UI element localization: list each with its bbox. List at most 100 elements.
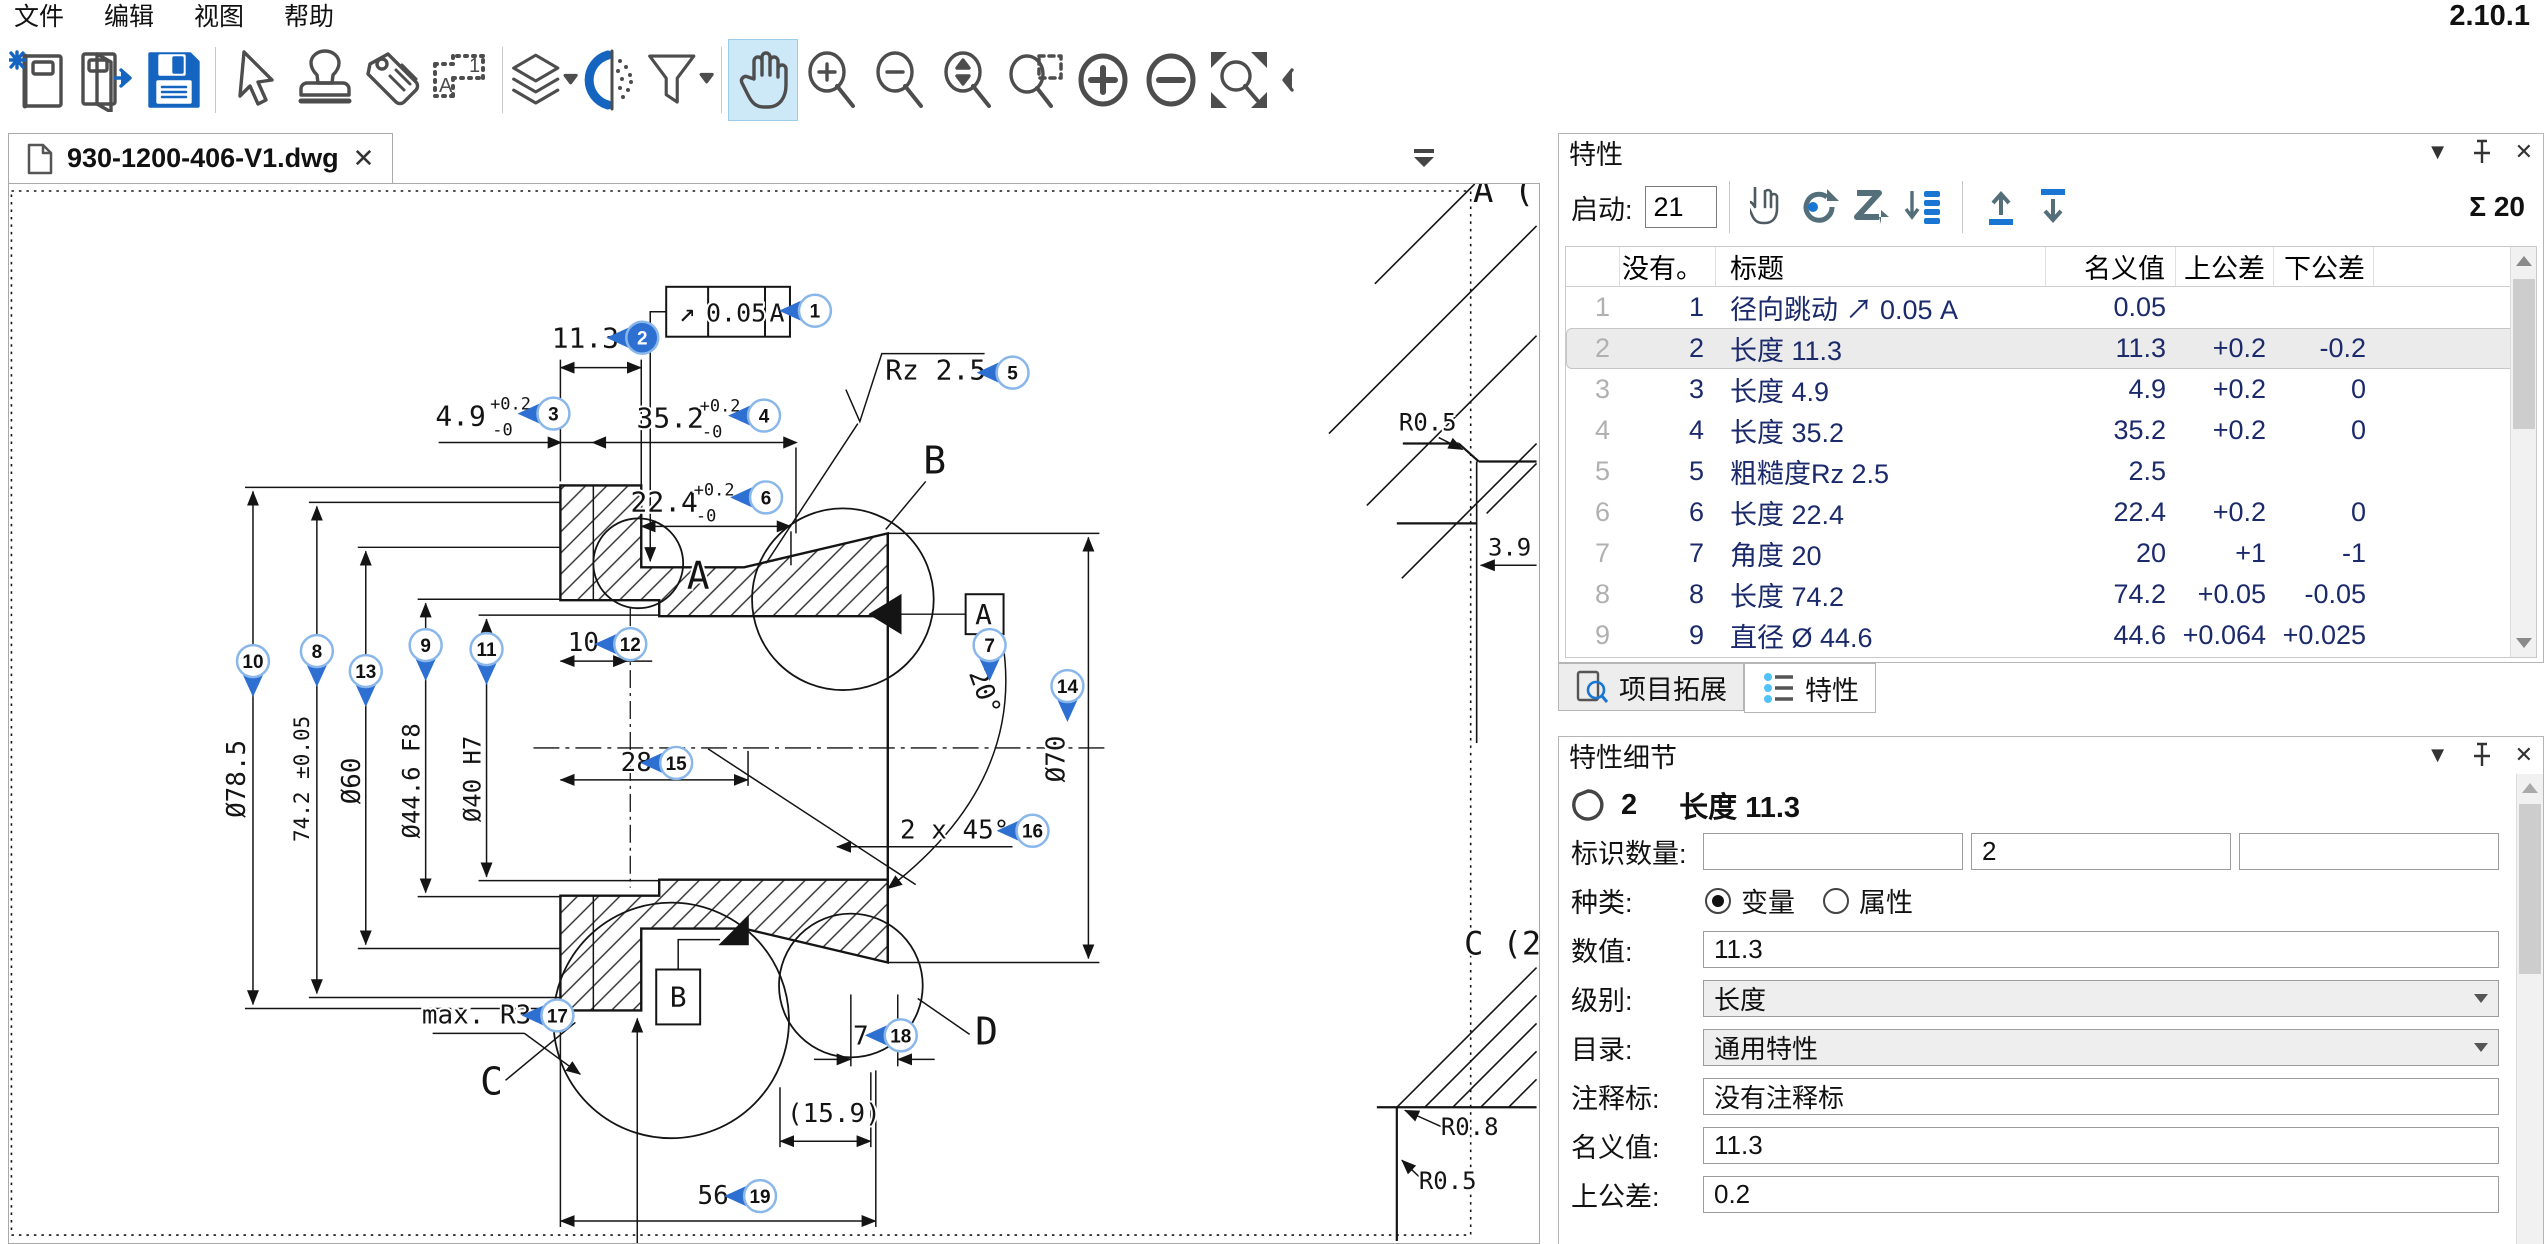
save-icon xyxy=(146,50,202,110)
characteristic-row-7[interactable]: 77角度 2020+1-1 xyxy=(1566,533,2536,574)
tag-tool-button[interactable] xyxy=(359,40,427,120)
document-tabstrip: 930-1200-406-V1.dwg ✕ xyxy=(8,133,1540,183)
field-input[interactable]: 2 xyxy=(1971,833,2231,870)
zoom-out-button[interactable] xyxy=(865,40,933,120)
characteristic-row-9[interactable]: 99直径 Ø 44.644.6+0.064+0.025 xyxy=(1566,615,2536,656)
menu-item-4[interactable]: 帮助 xyxy=(284,0,334,33)
zoom-fit-button[interactable] xyxy=(1205,40,1273,120)
select-cursor-button[interactable] xyxy=(223,40,291,120)
apply-order-button[interactable] xyxy=(1898,181,1950,233)
panel-menu-icon[interactable]: ▼ xyxy=(2427,139,2449,165)
characteristic-row-5[interactable]: 55粗糙度Rz 2.52.5 xyxy=(1566,451,2536,492)
radio-变量[interactable] xyxy=(1705,888,1731,914)
cell: 35.2 xyxy=(2046,415,2176,446)
balloon-marker-8[interactable]: 8 xyxy=(301,635,333,687)
scroll-up-icon[interactable] xyxy=(2517,774,2543,802)
zoom-in-button[interactable] xyxy=(797,40,865,120)
column-header-5[interactable]: 上公差 xyxy=(2176,247,2274,286)
pin-icon[interactable] xyxy=(2471,742,2493,768)
open-document-button[interactable] xyxy=(72,40,140,120)
panel-menu-icon[interactable]: ▼ xyxy=(2427,742,2449,768)
balloon-marker-13[interactable]: 13 xyxy=(350,655,382,707)
filter-button[interactable] xyxy=(646,40,714,120)
start-input[interactable] xyxy=(1645,186,1717,228)
column-header-6[interactable]: 下公差 xyxy=(2274,247,2374,286)
cell: 2 xyxy=(1566,333,1620,364)
zoom-window-button[interactable] xyxy=(1001,40,1069,120)
balloon-marker-12[interactable]: 12 xyxy=(594,628,646,660)
svg-text:2: 2 xyxy=(637,329,648,350)
svg-text:17: 17 xyxy=(547,1006,568,1027)
tab-project-expansion[interactable]: 项目拓展 xyxy=(1558,663,1744,711)
document-tab[interactable]: 930-1200-406-V1.dwg ✕ xyxy=(8,133,393,183)
move-bottom-button[interactable] xyxy=(2027,181,2079,233)
balloon-marker-11[interactable]: 11 xyxy=(471,633,503,685)
move-top-button[interactable] xyxy=(1975,181,2027,233)
field-select[interactable]: 长度 xyxy=(1703,980,2499,1017)
field-select[interactable]: 通用特性 xyxy=(1703,1029,2499,1066)
field-label: 种类: xyxy=(1571,881,1703,920)
scrollbar-thumb[interactable] xyxy=(2513,279,2535,429)
layers-button[interactable] xyxy=(510,40,578,120)
dimension-label: 35.2 xyxy=(637,402,704,435)
field-input[interactable]: 0.2 xyxy=(1703,1176,2499,1213)
pick-hand-button[interactable] xyxy=(1742,181,1794,233)
table-scrollbar[interactable] xyxy=(2510,247,2536,657)
balloon-marker-10[interactable]: 10 xyxy=(237,645,269,697)
zoom-selection-button[interactable] xyxy=(933,40,1001,120)
dimension-label: 74.2 ±0.05 xyxy=(290,716,314,842)
column-header-3[interactable]: 标题 xyxy=(1716,247,2046,286)
field-input[interactable]: 11.3 xyxy=(1703,1127,2499,1164)
field-input[interactable]: 11.3 xyxy=(1703,931,2499,968)
collapse-toolbar-button[interactable] xyxy=(1273,40,1303,120)
field-input[interactable]: 没有注释标 xyxy=(1703,1078,2499,1115)
pan-hand-button[interactable] xyxy=(729,40,797,120)
cell: -0.05 xyxy=(2274,579,2374,610)
characteristic-row-1[interactable]: 11径向跳动 ↗ 0.05 A0.05 xyxy=(1566,287,2536,328)
field-input[interactable] xyxy=(2239,833,2499,870)
increase-button[interactable] xyxy=(1069,40,1137,120)
new-document-icon xyxy=(9,48,67,112)
save-button[interactable] xyxy=(140,40,208,120)
column-header-4[interactable]: 名义值 xyxy=(2046,247,2176,286)
pin-icon[interactable] xyxy=(2471,139,2493,165)
characteristic-row-2[interactable]: 22长度 11.311.3+0.2-0.2 xyxy=(1566,328,2536,369)
balloon-marker-14[interactable]: 14 xyxy=(1051,670,1083,722)
balloon-marker-19[interactable]: 19 xyxy=(724,1180,776,1212)
renumber-button[interactable] xyxy=(1794,181,1846,233)
radio-属性[interactable] xyxy=(1823,888,1849,914)
close-panel-icon[interactable]: ✕ xyxy=(2515,742,2533,768)
characteristic-row-6[interactable]: 66长度 22.422.4+0.20 xyxy=(1566,492,2536,533)
characteristic-row-8[interactable]: 88长度 74.274.2+0.05-0.05 xyxy=(1566,574,2536,615)
close-panel-icon[interactable]: ✕ xyxy=(2515,139,2533,165)
tab-characteristics[interactable]: 特性 xyxy=(1744,663,1876,713)
project-expansion-icon xyxy=(1575,670,1609,704)
menu-item-3[interactable]: 视图 xyxy=(194,0,244,33)
tab-close-icon[interactable]: ✕ xyxy=(353,143,375,174)
stamp-tool-button[interactable] xyxy=(291,40,359,120)
scrollbar-thumb[interactable] xyxy=(2519,804,2541,974)
balloon-marker-9[interactable]: 9 xyxy=(410,629,442,681)
balloon-marker-6[interactable]: 6 xyxy=(730,481,782,513)
characteristic-row-4[interactable]: 44长度 35.235.2+0.20 xyxy=(1566,410,2536,451)
balloon-marker-1[interactable]: 1 xyxy=(779,295,831,327)
mirror-view-button[interactable] xyxy=(578,40,646,120)
z-order-button[interactable] xyxy=(1846,181,1898,233)
field-input[interactable] xyxy=(1703,833,1963,870)
characteristic-row-3[interactable]: 33长度 4.94.9+0.20 xyxy=(1566,369,2536,410)
details-scrollbar[interactable] xyxy=(2516,774,2543,1244)
tab-overflow-button[interactable] xyxy=(1412,147,1436,174)
new-document-button[interactable] xyxy=(4,40,72,120)
drawing-canvas[interactable]: 11.34.9+0.2-035.2+0.2-022.4+0.2-0Rz 2.5↗… xyxy=(8,183,1540,1244)
scroll-up-icon[interactable] xyxy=(2511,247,2536,275)
column-header-1[interactable] xyxy=(1566,247,1620,286)
decrease-button[interactable] xyxy=(1137,40,1205,120)
field-label: 数值: xyxy=(1571,930,1703,969)
svg-text:14: 14 xyxy=(1057,677,1079,698)
menu-item-2[interactable]: 编辑 xyxy=(104,0,154,33)
partial-selection-button[interactable]: A 1 xyxy=(427,40,495,120)
column-header-2[interactable]: 没有。 xyxy=(1620,247,1716,286)
scroll-down-icon[interactable] xyxy=(2511,629,2536,657)
menu-item-1[interactable]: 文件 xyxy=(14,0,64,33)
balloon-marker-18[interactable]: 18 xyxy=(865,1019,917,1051)
